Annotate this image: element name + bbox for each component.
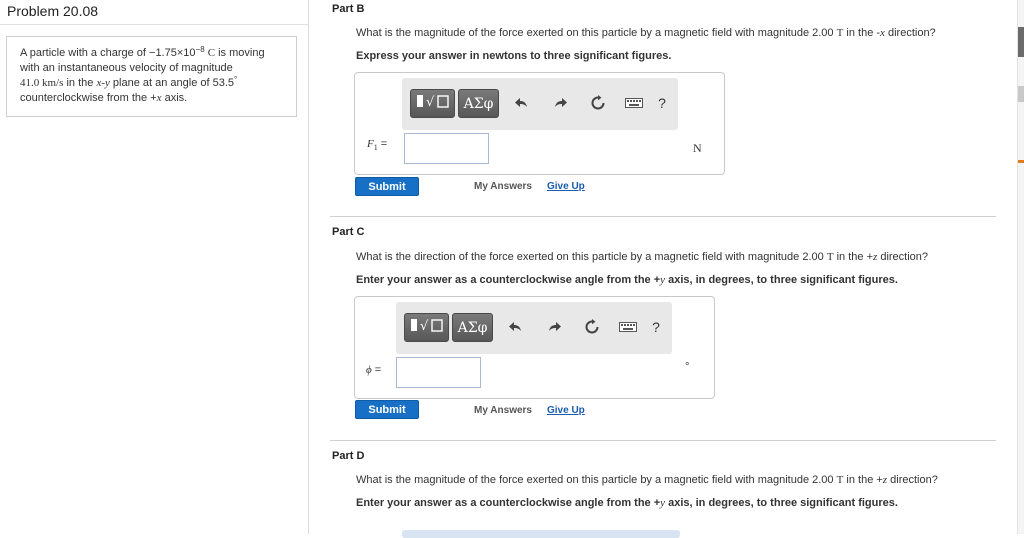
part-d-toolbar-edge: [402, 530, 680, 538]
redo-icon[interactable]: [548, 91, 572, 115]
instruction-text: axis, in degrees, to three significant f…: [665, 497, 898, 509]
part-b-question: What is the magnitude of the force exert…: [356, 27, 936, 39]
part-b-instruction: Express your answer in newtons to three …: [356, 50, 672, 62]
scrollbar-thumb[interactable]: [1018, 27, 1024, 57]
variable-name: F: [367, 138, 374, 150]
statement-text: in the: [63, 77, 97, 89]
scrollbar-marker: [1018, 86, 1024, 102]
my-answers-link[interactable]: My Answers: [474, 181, 532, 192]
statement-value: 41.0: [20, 77, 42, 89]
give-up-link[interactable]: Give Up: [547, 181, 585, 192]
undo-icon[interactable]: [504, 315, 528, 339]
part-c-question: What is the direction of the force exert…: [356, 251, 928, 263]
submit-button[interactable]: Submit: [355, 400, 419, 419]
question-unit: T: [826, 251, 834, 263]
answer-input[interactable]: [396, 357, 481, 388]
instruction-text: Enter your answer as a counterclockwise …: [356, 497, 661, 509]
submit-button[interactable]: Submit: [355, 177, 419, 196]
scrollbar-accent-marker: [1018, 160, 1024, 163]
svg-text:√: √: [420, 319, 429, 334]
greek-icon: ΑΣφ: [457, 319, 488, 336]
divider: [0, 24, 309, 25]
problem-title: Problem 20.08: [7, 3, 99, 19]
question-text: in the -: [843, 27, 881, 39]
greek-icon: ΑΣφ: [463, 95, 494, 112]
part-c-label: Part C: [332, 226, 365, 238]
degree-symbol: °: [234, 75, 238, 84]
part-d-question: What is the magnitude of the force exert…: [356, 474, 938, 486]
question-text: direction?: [877, 251, 929, 263]
question-text: What is the magnitude of the force exert…: [356, 474, 837, 486]
problem-statement: A particle with a charge of −1.75×10−8 C…: [6, 36, 297, 117]
variable-label: F1 =: [367, 138, 387, 152]
unit-label: N: [693, 141, 702, 155]
templates-icon: √: [415, 91, 451, 116]
question-text: in the +: [833, 251, 873, 263]
unit-label: °: [685, 361, 690, 373]
keyboard-icon[interactable]: [622, 91, 646, 115]
reset-icon[interactable]: [580, 315, 604, 339]
svg-text:√: √: [426, 95, 435, 110]
part-d-label: Part D: [332, 450, 365, 462]
problem-panel: Problem 20.08 A particle with a charge o…: [0, 0, 309, 534]
part-b-label: Part B: [332, 3, 365, 15]
equation-toolbar: √ ΑΣφ ?: [396, 302, 672, 354]
undo-icon[interactable]: [510, 91, 534, 115]
keyboard-icon[interactable]: [616, 315, 640, 339]
templates-icon: √: [409, 315, 445, 340]
statement-text: with an instantaneous velocity of magnit…: [20, 62, 233, 74]
redo-icon[interactable]: [542, 315, 566, 339]
statement-exponent: −8: [195, 45, 205, 54]
part-divider: [330, 216, 996, 217]
variable-label: ϕ =: [366, 364, 381, 376]
help-icon[interactable]: ?: [650, 91, 674, 115]
answer-input[interactable]: [404, 133, 489, 164]
equals-sign: =: [371, 364, 382, 376]
templates-button[interactable]: √: [404, 313, 449, 342]
statement-plane: x-y: [96, 77, 110, 89]
instruction-text: axis, in degrees, to three significant f…: [665, 274, 898, 286]
reset-icon[interactable]: [586, 91, 610, 115]
statement-text: is moving: [215, 47, 265, 59]
greek-symbols-button[interactable]: ΑΣφ: [458, 89, 499, 118]
question-text: direction?: [884, 27, 936, 39]
equals-sign: =: [377, 138, 388, 150]
give-up-link[interactable]: Give Up: [547, 405, 585, 416]
part-d-instruction: Enter your answer as a counterclockwise …: [356, 497, 898, 509]
greek-symbols-button[interactable]: ΑΣφ: [452, 313, 493, 342]
statement-text: A particle with a charge of −1.75×10: [20, 47, 196, 59]
part-divider: [330, 440, 996, 441]
templates-button[interactable]: √: [410, 89, 455, 118]
part-c-instruction: Enter your answer as a counterclockwise …: [356, 274, 898, 286]
statement-unit: C: [207, 47, 216, 59]
statement-text: counterclockwise from the +: [20, 92, 157, 104]
part-b-answer-box: √ ΑΣφ ? F1 = N: [354, 72, 725, 175]
statement-unit: km/s: [42, 77, 64, 89]
my-answers-link[interactable]: My Answers: [474, 405, 532, 416]
statement-text: plane at an angle of 53.5: [109, 77, 235, 89]
statement-text: axis.: [161, 92, 188, 104]
question-text: What is the direction of the force exert…: [356, 251, 827, 263]
equation-toolbar: √ ΑΣφ ?: [402, 78, 678, 130]
page-scrollbar[interactable]: [1017, 0, 1024, 534]
instruction-text: Enter your answer as a counterclockwise …: [356, 274, 661, 286]
part-c-answer-box: √ ΑΣφ ? ϕ = °: [354, 296, 715, 399]
question-text: What is the magnitude of the force exert…: [356, 27, 837, 39]
question-text: direction?: [887, 474, 938, 486]
question-text: in the +: [843, 474, 883, 486]
help-icon[interactable]: ?: [644, 315, 668, 339]
